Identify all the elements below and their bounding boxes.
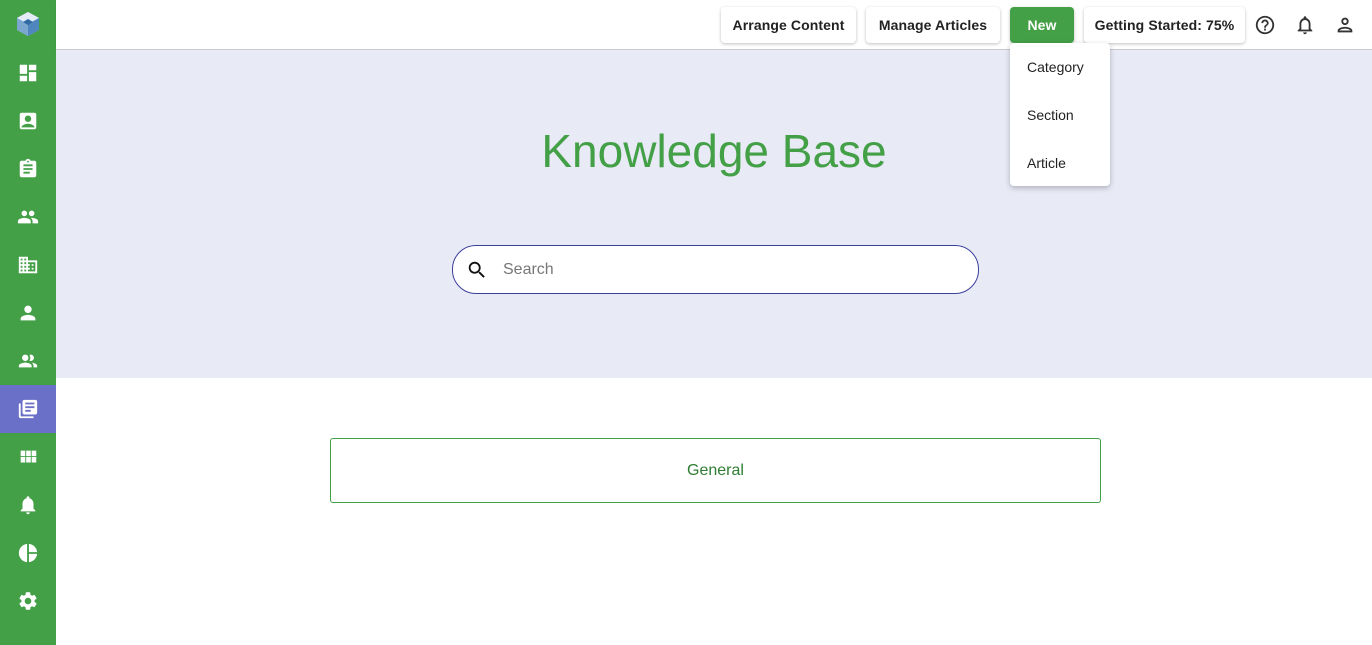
notifications-icon (1297, 16, 1313, 35)
bell-icon (20, 496, 36, 515)
help-button[interactable] (1253, 13, 1277, 37)
pie-chart-icon (18, 543, 38, 563)
sidebar-item-settings[interactable] (0, 577, 56, 625)
top-bar: Arrange Content Manage Articles New Gett… (56, 0, 1372, 50)
menu-item-section[interactable]: Section (1010, 91, 1110, 139)
sidebar-item-knowledge-base[interactable] (0, 385, 56, 433)
library-books-icon (18, 399, 38, 419)
cube-logo-icon (17, 12, 39, 36)
sidebar-item-people[interactable] (0, 193, 56, 241)
account-icon (1337, 17, 1353, 33)
sidebar-item-apps[interactable] (0, 433, 56, 481)
manage-articles-button[interactable]: Manage Articles (866, 7, 1000, 43)
building-icon (18, 256, 38, 274)
search-bar[interactable] (452, 245, 979, 294)
getting-started-button[interactable]: Getting Started: 75% (1084, 7, 1245, 43)
sidebar-item-dashboard[interactable] (0, 49, 56, 97)
sidebar-item-contacts[interactable] (0, 97, 56, 145)
sidebar-item-tasks[interactable] (0, 145, 56, 193)
assignment-icon (19, 158, 37, 178)
person-icon (20, 305, 36, 321)
apps-grid-icon (20, 450, 37, 463)
help-icon (1255, 15, 1275, 35)
dashboard-icon (19, 64, 37, 82)
category-card-general[interactable]: General (330, 438, 1101, 503)
sidebar (0, 0, 56, 645)
sidebar-item-companies[interactable] (0, 241, 56, 289)
arrange-content-button[interactable]: Arrange Content (721, 7, 856, 43)
contacts-icon (19, 112, 37, 130)
sidebar-item-person[interactable] (0, 289, 56, 337)
menu-item-article[interactable]: Article (1010, 139, 1110, 187)
new-button[interactable]: New (1010, 7, 1074, 43)
people-icon (17, 210, 39, 224)
page-title: Knowledge Base (541, 125, 887, 177)
account-button[interactable] (1333, 13, 1357, 37)
supervisor-icon (18, 354, 38, 368)
sidebar-item-reports[interactable] (0, 529, 56, 577)
hero-banner: Knowledge Base (56, 50, 1372, 378)
new-dropdown-menu: Category Section Article (1010, 43, 1110, 186)
app-logo[interactable] (0, 0, 56, 48)
sidebar-item-alerts[interactable] (0, 481, 56, 529)
menu-item-category[interactable]: Category (1010, 43, 1110, 91)
settings-gear-icon (19, 592, 37, 610)
notifications-button[interactable] (1293, 13, 1317, 37)
sidebar-item-team[interactable] (0, 337, 56, 385)
search-icon (465, 258, 489, 282)
search-input[interactable] (501, 254, 965, 286)
